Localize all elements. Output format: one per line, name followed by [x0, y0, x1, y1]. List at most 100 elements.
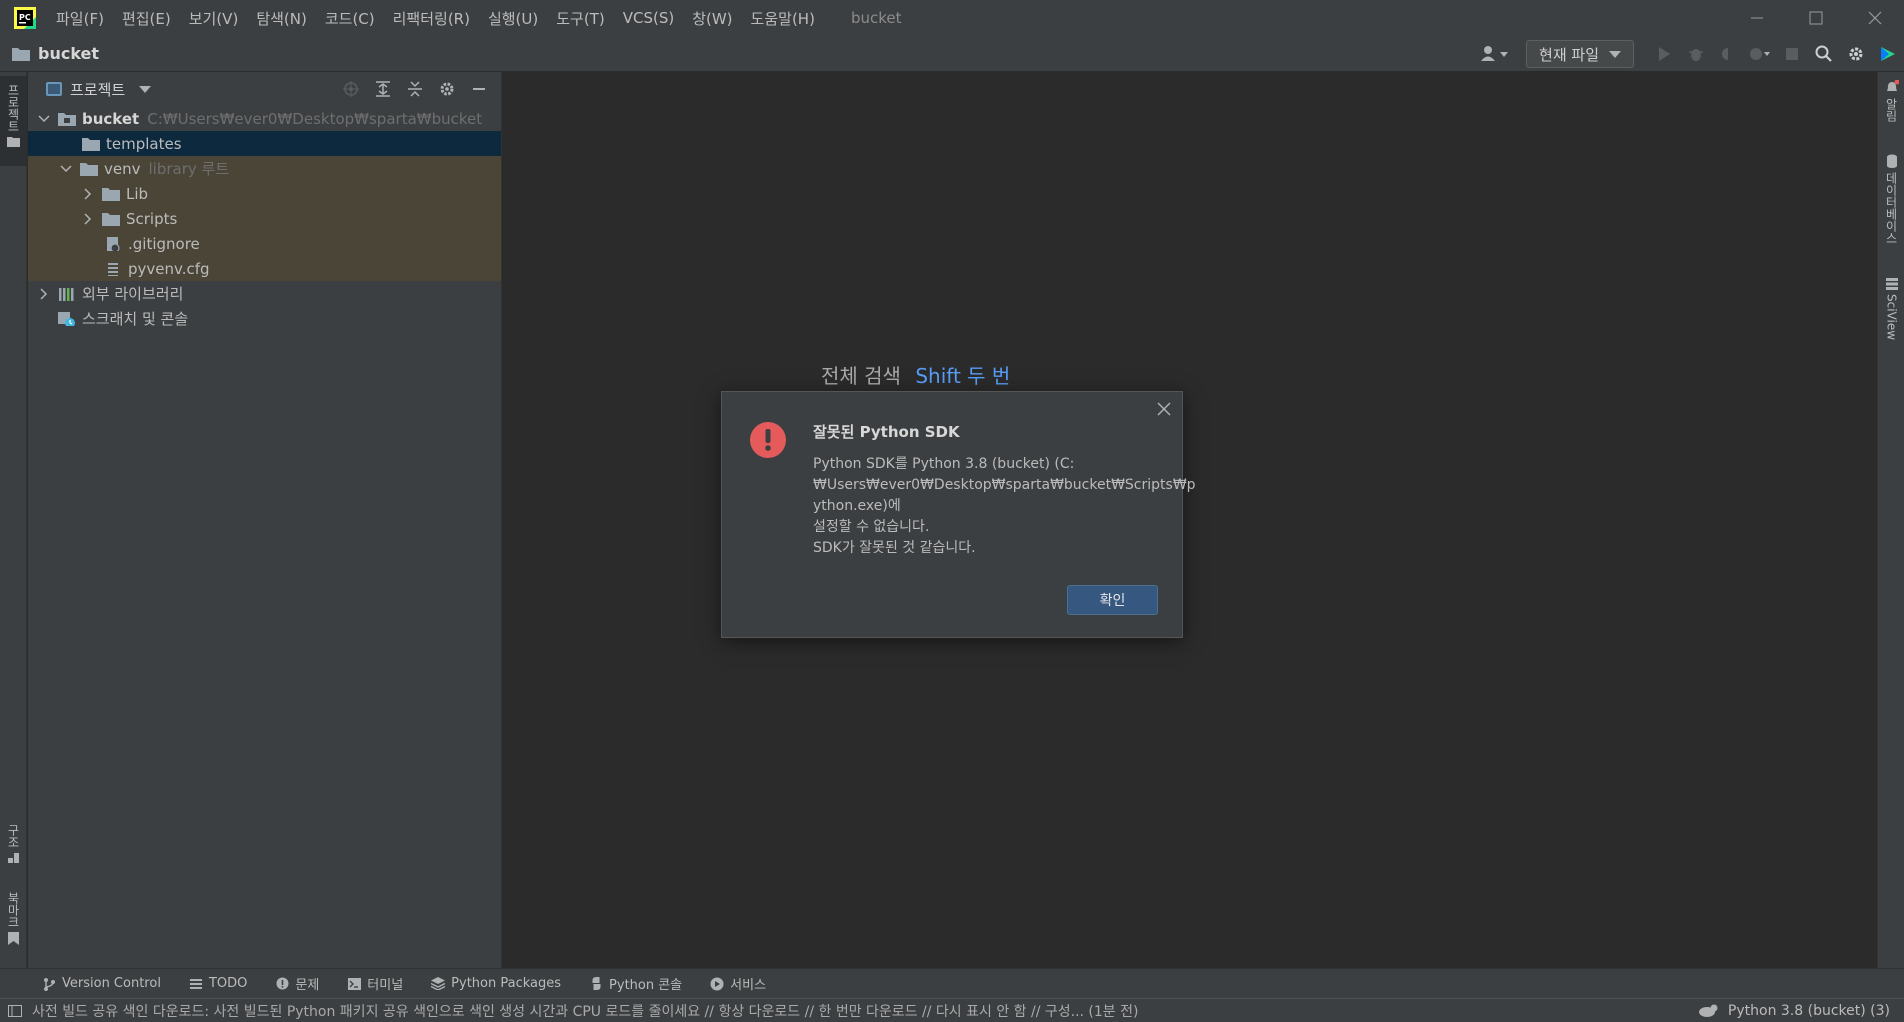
menu-edit[interactable]: 편집(E) — [122, 8, 171, 29]
collapse-all-button[interactable] — [399, 74, 431, 104]
debug-button[interactable] — [1680, 39, 1712, 69]
tree-node-label: 스크래치 및 콘솔 — [82, 310, 189, 328]
panel-options-button[interactable] — [431, 74, 463, 104]
account-button[interactable] — [1476, 41, 1514, 67]
search-hint-label: 전체 검색 — [821, 364, 901, 388]
run-configuration-select[interactable]: 현재 파일 — [1526, 40, 1634, 68]
folder-icon — [80, 162, 98, 176]
stripe-tab-sciview[interactable]: SciView — [1878, 278, 1904, 348]
stripe-tab-structure-label: 구조 — [6, 824, 20, 848]
tool-tab-problems[interactable]: 문제 — [275, 974, 319, 993]
status-message[interactable]: 사전 빌드 공유 색인 다운로드: 사전 빌드된 Python 패키지 공유 색… — [32, 1001, 1312, 1021]
tool-tab-label: Python 콘솔 — [609, 978, 683, 993]
close-window-button[interactable] — [1845, 0, 1904, 36]
run-configuration-label: 현재 파일 — [1539, 45, 1599, 64]
chevron-down-icon[interactable] — [38, 113, 50, 125]
select-opened-file-button[interactable] — [335, 74, 367, 104]
stripe-tab-project[interactable]: 프로젝트 — [0, 76, 27, 166]
target-icon — [343, 81, 359, 97]
menu-vcs[interactable]: VCS(S) — [623, 9, 674, 27]
coverage-icon — [1722, 48, 1734, 60]
project-tool-window: 프로젝트 bucket C:₩Users₩ever0₩Desktop₩spart… — [28, 72, 502, 968]
tree-node-scripts[interactable]: Scripts — [28, 206, 501, 231]
user-icon — [1481, 46, 1509, 61]
ok-button[interactable]: 확인 — [1067, 585, 1158, 615]
chevron-down-icon — [1609, 50, 1621, 58]
menu-navigate[interactable]: 탐색(N) — [256, 8, 307, 29]
dialog-message-line: SDK가 잘못된 것 같습니다. — [813, 540, 976, 556]
toggle-tool-windows-icon[interactable] — [8, 1004, 22, 1017]
window-controls — [1727, 0, 1904, 36]
stripe-tab-database[interactable]: 데이터베이스 — [1878, 154, 1904, 254]
stop-button[interactable] — [1776, 39, 1808, 69]
run-button[interactable] — [1648, 39, 1680, 69]
expand-all-button[interactable] — [367, 74, 399, 104]
jetbrains-toolbox-icon — [1881, 47, 1895, 61]
menu-window[interactable]: 창(W) — [692, 8, 732, 29]
stripe-tab-bookmarks-label: 북마크 — [6, 892, 20, 928]
tree-node-templates[interactable]: templates — [28, 131, 501, 156]
tree-node-label: Scripts — [126, 209, 178, 228]
stripe-tab-project-label: 프로젝트 — [6, 84, 20, 132]
branch-icon — [42, 977, 56, 991]
dialog-message-line: 설정할 수 없습니다. — [813, 519, 930, 535]
structure-icon — [7, 853, 19, 863]
tool-tab-python-packages[interactable]: Python Packages — [431, 976, 561, 991]
tool-tab-version-control[interactable]: Version Control — [42, 976, 161, 991]
tree-node-lib[interactable]: Lib — [28, 181, 501, 206]
sciview-icon — [1885, 278, 1898, 290]
notification-bell-icon — [1886, 80, 1899, 91]
profile-button[interactable] — [1744, 39, 1776, 69]
library-icon — [59, 287, 74, 301]
menu-run[interactable]: 실행(U) — [488, 8, 538, 29]
minimize-icon — [1750, 17, 1763, 19]
tree-node-label: .gitignore — [128, 234, 200, 253]
tool-tab-terminal[interactable]: 터미널 — [347, 974, 403, 993]
config-file-icon — [108, 262, 118, 276]
tree-node-label: venv — [104, 159, 141, 178]
search-everywhere-button[interactable] — [1808, 39, 1840, 69]
menu-code[interactable]: 코드(C) — [325, 8, 375, 29]
chevron-right-icon[interactable] — [38, 287, 50, 300]
chevron-right-icon[interactable] — [82, 187, 94, 200]
maximize-button[interactable] — [1786, 0, 1845, 36]
settings-button[interactable] — [1840, 39, 1872, 69]
menu-tools[interactable]: 도구(T) — [556, 8, 604, 29]
stripe-tab-bookmarks[interactable]: 북마크 — [0, 892, 27, 952]
tool-tab-todo[interactable]: TODO — [189, 976, 247, 991]
plugin-update-button[interactable] — [1872, 39, 1904, 69]
tree-root-name: bucket — [82, 109, 140, 128]
tree-node-scratches[interactable]: 스크래치 및 콘솔 — [28, 306, 501, 331]
tree-node-pyvenv[interactable]: pyvenv.cfg — [28, 256, 501, 281]
chevron-down-icon[interactable] — [60, 163, 72, 175]
minimize-button[interactable] — [1727, 0, 1786, 36]
interpreter-widget[interactable]: Python 3.8 (bucket) (3) — [1698, 999, 1890, 1022]
tool-tab-python-console[interactable]: Python 콘솔 — [589, 974, 682, 993]
folder-icon — [12, 47, 30, 61]
interpreter-warning-icon — [1698, 1004, 1718, 1017]
folder-icon — [102, 187, 120, 201]
project-view-selector[interactable]: 프로젝트 — [46, 79, 152, 100]
menu-view[interactable]: 보기(V) — [189, 8, 239, 29]
stripe-tab-structure[interactable]: 구조 — [0, 824, 27, 876]
chevron-right-icon[interactable] — [82, 212, 94, 225]
coverage-button[interactable] — [1712, 39, 1744, 69]
folder-icon — [102, 212, 120, 226]
terminal-icon — [347, 977, 361, 991]
hide-panel-button[interactable] — [463, 74, 495, 104]
search-hint-shortcut: Shift 두 번 — [915, 364, 1011, 388]
tree-node-external-libraries[interactable]: 외부 라이브러리 — [28, 281, 501, 306]
menu-help[interactable]: 도움말(H) — [751, 8, 815, 29]
dialog-close-button[interactable] — [1154, 399, 1174, 419]
navigation-bar: bucket 현재 파일 — [0, 36, 1904, 72]
tree-node-root[interactable]: bucket C:₩Users₩ever0₩Desktop₩sparta₩buc… — [28, 106, 501, 131]
dialog-message: Python SDK를 Python 3.8 (bucket) (C: ₩Use… — [813, 454, 1196, 559]
tree-node-venv[interactable]: venv library 루트 — [28, 156, 501, 181]
tree-node-gitignore[interactable]: .gitignore — [28, 231, 501, 256]
breadcrumb[interactable]: bucket — [38, 44, 99, 63]
project-tree: bucket C:₩Users₩ever0₩Desktop₩sparta₩buc… — [28, 106, 501, 331]
menu-refactor[interactable]: 리팩터링(R) — [393, 8, 470, 29]
tool-tab-services[interactable]: 서비스 — [710, 974, 766, 993]
stripe-tab-notifications[interactable]: 알림 — [1878, 80, 1904, 140]
menu-file[interactable]: 파일(F) — [56, 8, 104, 29]
